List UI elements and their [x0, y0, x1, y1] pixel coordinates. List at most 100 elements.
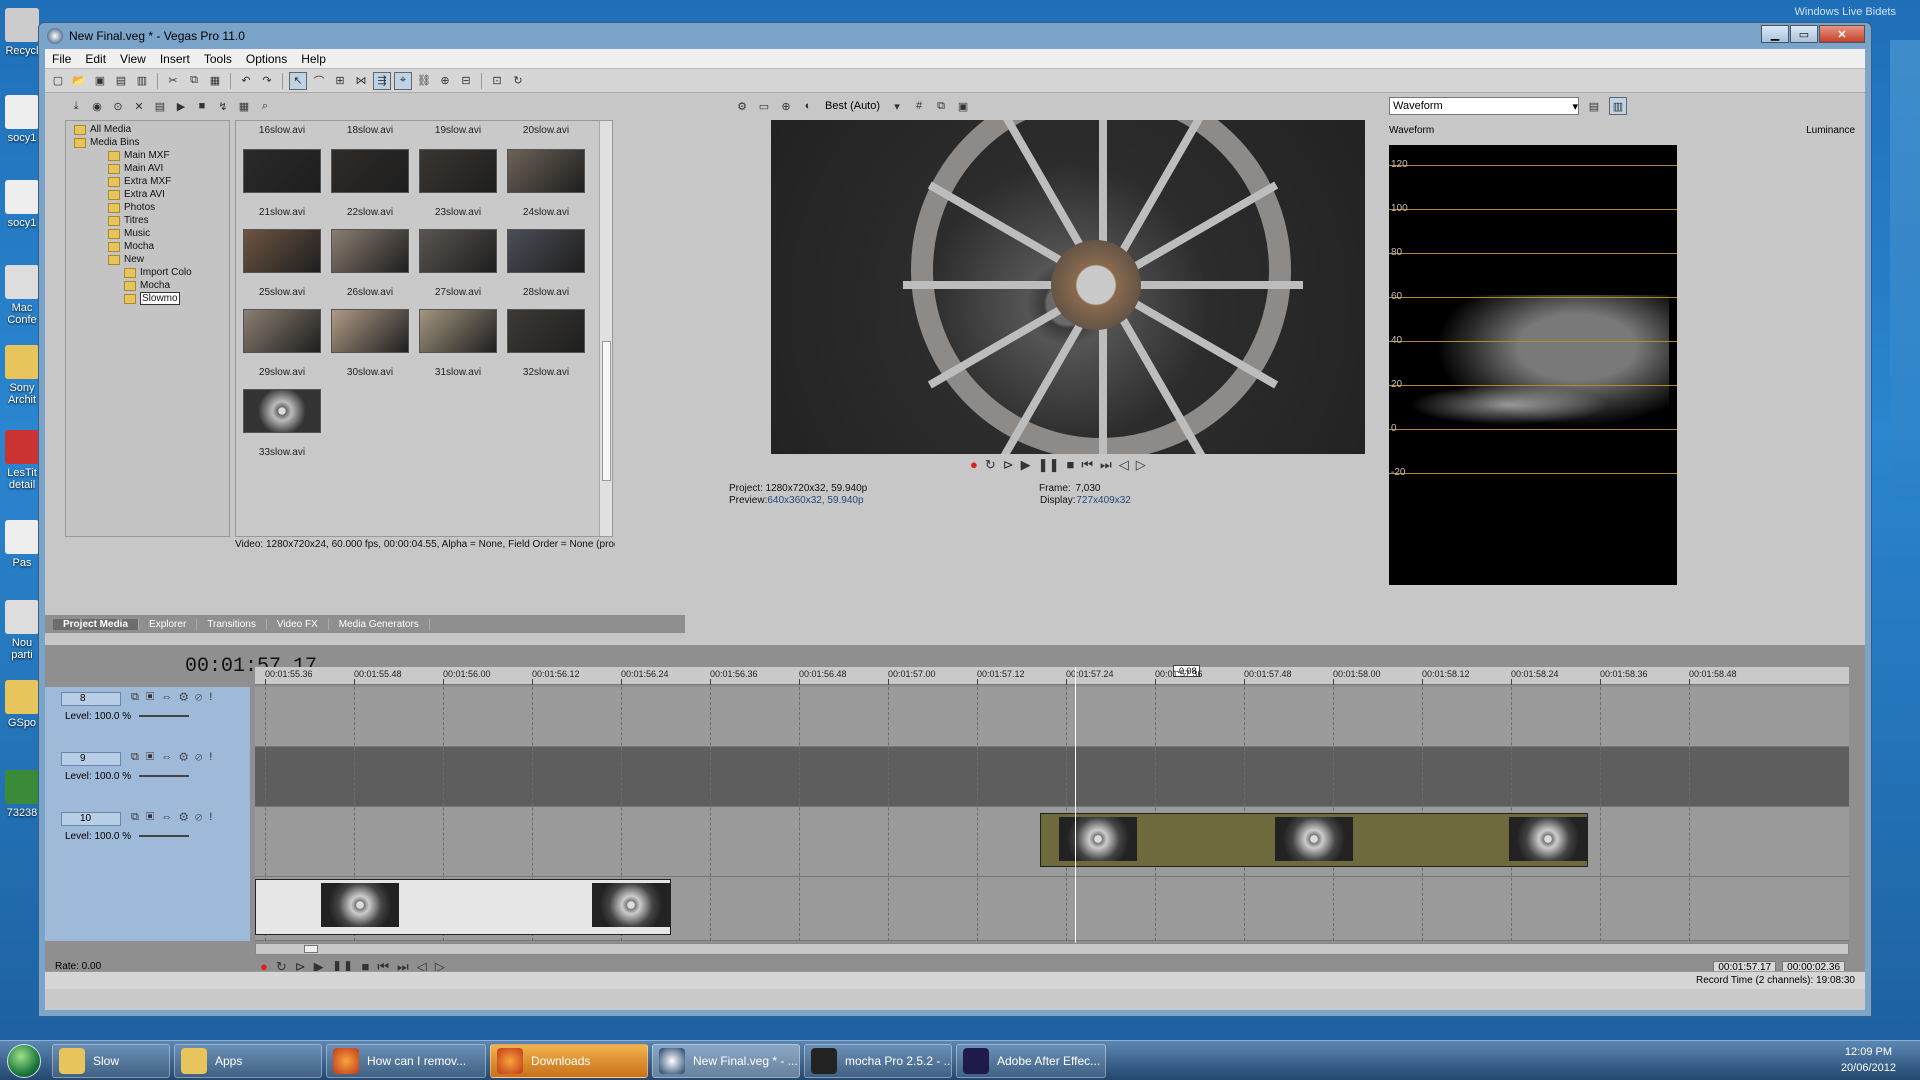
search-media-icon[interactable]: ⌕ — [256, 97, 274, 115]
taskbar-item[interactable]: mocha Pro 2.5.2 - ... — [804, 1043, 952, 1078]
tree-item[interactable]: Titres — [66, 214, 229, 227]
media-thumbnail[interactable]: 29slow.avi — [242, 309, 322, 378]
tree-item[interactable]: Main MXF — [66, 149, 229, 162]
tree-item[interactable]: Extra AVI — [66, 188, 229, 201]
project-properties-icon[interactable]: ⚙ — [733, 97, 751, 115]
track-controls[interactable]: ⧉▣⇔⚙⊘! — [131, 691, 219, 704]
tree-item[interactable]: Extra MXF — [66, 175, 229, 188]
menu-file[interactable]: File — [45, 52, 78, 66]
menu-options[interactable]: Options — [239, 52, 294, 66]
media-thumbnail[interactable]: 27slow.avi — [418, 229, 498, 298]
tab-transitions[interactable]: Transitions — [197, 618, 267, 630]
level-slider[interactable] — [139, 715, 189, 717]
play-media-icon[interactable]: ▶ — [172, 97, 190, 115]
selection-tool-icon[interactable]: ⌖ — [394, 71, 412, 90]
video-clip-white[interactable] — [255, 879, 671, 935]
taskbar-item[interactable]: New Final.veg * - ... — [652, 1043, 800, 1078]
level-slider[interactable] — [139, 835, 189, 837]
track-9-row[interactable] — [255, 747, 1849, 807]
record-icon[interactable]: ● — [970, 457, 978, 473]
taskbar-item[interactable]: Adobe After Effec... — [956, 1043, 1106, 1078]
capture-icon[interactable]: ◉ — [88, 97, 106, 115]
go-to-end-icon[interactable]: ⏭ — [1100, 457, 1112, 473]
taskbar-item[interactable]: Apps — [174, 1043, 322, 1078]
tab-project-media[interactable]: Project Media — [53, 618, 140, 630]
title-bar[interactable]: New Final.veg * - Vegas Pro 11.0 — [39, 23, 1871, 49]
properties-icon[interactable]: ⊡ — [488, 72, 506, 90]
playhead-cursor[interactable] — [1075, 667, 1076, 943]
copy-icon[interactable]: ⧉ — [185, 72, 203, 90]
tree-item[interactable]: New — [66, 253, 229, 266]
views-icon[interactable]: ▦ — [235, 97, 253, 115]
envelope-tool-icon[interactable]: ⌒ — [310, 72, 328, 90]
desktop-shortcut[interactable]: Mac Confe — [2, 265, 42, 326]
track-area[interactable] — [255, 687, 1849, 941]
track-header[interactable]: 9 Level: 100.0 % ⧉▣⇔⚙⊘! — [45, 747, 250, 807]
undo-icon[interactable]: ↶ — [237, 72, 255, 90]
new-icon[interactable]: ▢ — [49, 72, 67, 90]
auto-ripple-icon[interactable]: ⇶ — [373, 71, 391, 90]
tree-item[interactable]: Music — [66, 227, 229, 240]
save-as-icon[interactable]: ▤ — [112, 72, 130, 90]
external-monitor-icon[interactable]: ▭ — [755, 97, 773, 115]
menu-tools[interactable]: Tools — [197, 52, 239, 66]
update-scopes-icon[interactable]: ▥ — [1609, 97, 1627, 115]
redo-icon[interactable]: ↷ — [258, 72, 276, 90]
media-scrollbar[interactable] — [599, 121, 612, 536]
track-header[interactable]: 10 Level: 100.0 % ⧉▣⇔⚙⊘! — [45, 807, 250, 867]
media-thumbnail[interactable]: 30slow.avi — [330, 309, 410, 378]
copy-snapshot-icon[interactable]: ⧉ — [932, 97, 950, 115]
zoom-tool-icon[interactable]: ⊕ — [436, 72, 454, 90]
preview-fx-icon[interactable]: ⊕ — [777, 97, 795, 115]
media-thumbnail[interactable]: 20slow.avi — [506, 125, 586, 136]
auto-crossfade-icon[interactable]: ⋈ — [352, 72, 370, 90]
media-thumbnail[interactable]: 32slow.avi — [506, 309, 586, 378]
desktop-shortcut[interactable]: Nou parti — [2, 600, 42, 661]
remove-unused-icon[interactable]: ✕ — [130, 97, 148, 115]
save-snapshot-icon[interactable]: ▣ — [954, 97, 972, 115]
desktop-shortcut[interactable]: Sony Archit — [2, 345, 42, 406]
level-slider[interactable] — [139, 775, 189, 777]
media-properties-icon[interactable]: ▤ — [151, 97, 169, 115]
track-8-row[interactable] — [255, 687, 1849, 747]
scope-type-select[interactable]: Waveform ▾ — [1389, 97, 1579, 115]
track-controls[interactable]: ⧉▣⇔⚙⊘! — [131, 811, 219, 824]
tab-video-fx[interactable]: Video FX — [267, 618, 329, 630]
tree-item[interactable]: Media Bins — [66, 136, 229, 149]
lock-envelopes-icon[interactable]: ⛓ — [415, 72, 433, 90]
media-thumbnail[interactable]: 26slow.avi — [330, 229, 410, 298]
media-thumbnail[interactable]: 21slow.avi — [242, 149, 322, 218]
open-icon[interactable]: 📂 — [70, 72, 88, 90]
tree-item[interactable]: Import Colo — [66, 266, 229, 279]
play-from-start-icon[interactable]: ⊳ — [1003, 457, 1014, 473]
scrollbar-thumb[interactable] — [304, 945, 318, 953]
next-frame-icon[interactable]: ▷ — [1136, 457, 1146, 473]
start-button[interactable] — [0, 1042, 48, 1080]
menu-insert[interactable]: Insert — [153, 52, 197, 66]
get-media-web-icon[interactable]: ⊙ — [109, 97, 127, 115]
stop-media-icon[interactable]: ■ — [193, 97, 211, 115]
tree-item[interactable]: Slowmo — [66, 292, 229, 305]
tree-item[interactable]: Photos — [66, 201, 229, 214]
desktop-shortcut[interactable]: LesTit detail — [2, 430, 42, 491]
video-clip-wheel[interactable] — [1040, 813, 1588, 867]
media-thumbnail[interactable]: 31slow.avi — [418, 309, 498, 378]
scope-channel-select[interactable]: Luminance — [1806, 125, 1855, 136]
media-thumbnail[interactable]: 22slow.avi — [330, 149, 410, 218]
auto-preview-icon[interactable]: ↯ — [214, 97, 232, 115]
go-to-start-icon[interactable]: ⏮ — [1081, 457, 1093, 473]
media-thumbnail[interactable]: 16slow.avi — [242, 125, 322, 136]
refresh-icon[interactable]: ↻ — [509, 72, 527, 90]
desktop-shortcut[interactable]: 73238 — [2, 770, 42, 819]
media-thumbnail[interactable]: 18slow.avi — [330, 125, 410, 136]
taskbar-item[interactable]: Downloads — [490, 1043, 648, 1078]
close-button[interactable]: ✕ — [1819, 25, 1865, 43]
split-screen-icon[interactable]: ◐ — [799, 97, 817, 115]
media-thumbnail[interactable]: 23slow.avi — [418, 149, 498, 218]
desktop-shortcut[interactable]: Pas — [2, 520, 42, 569]
tree-item[interactable]: Mocha — [66, 240, 229, 253]
desktop-shortcut[interactable]: Recycl — [2, 8, 42, 57]
timeline-scrollbar[interactable] — [255, 943, 1849, 955]
track-controls[interactable]: ⧉▣⇔⚙⊘! — [131, 751, 219, 764]
stop-icon[interactable]: ■ — [1066, 457, 1074, 473]
